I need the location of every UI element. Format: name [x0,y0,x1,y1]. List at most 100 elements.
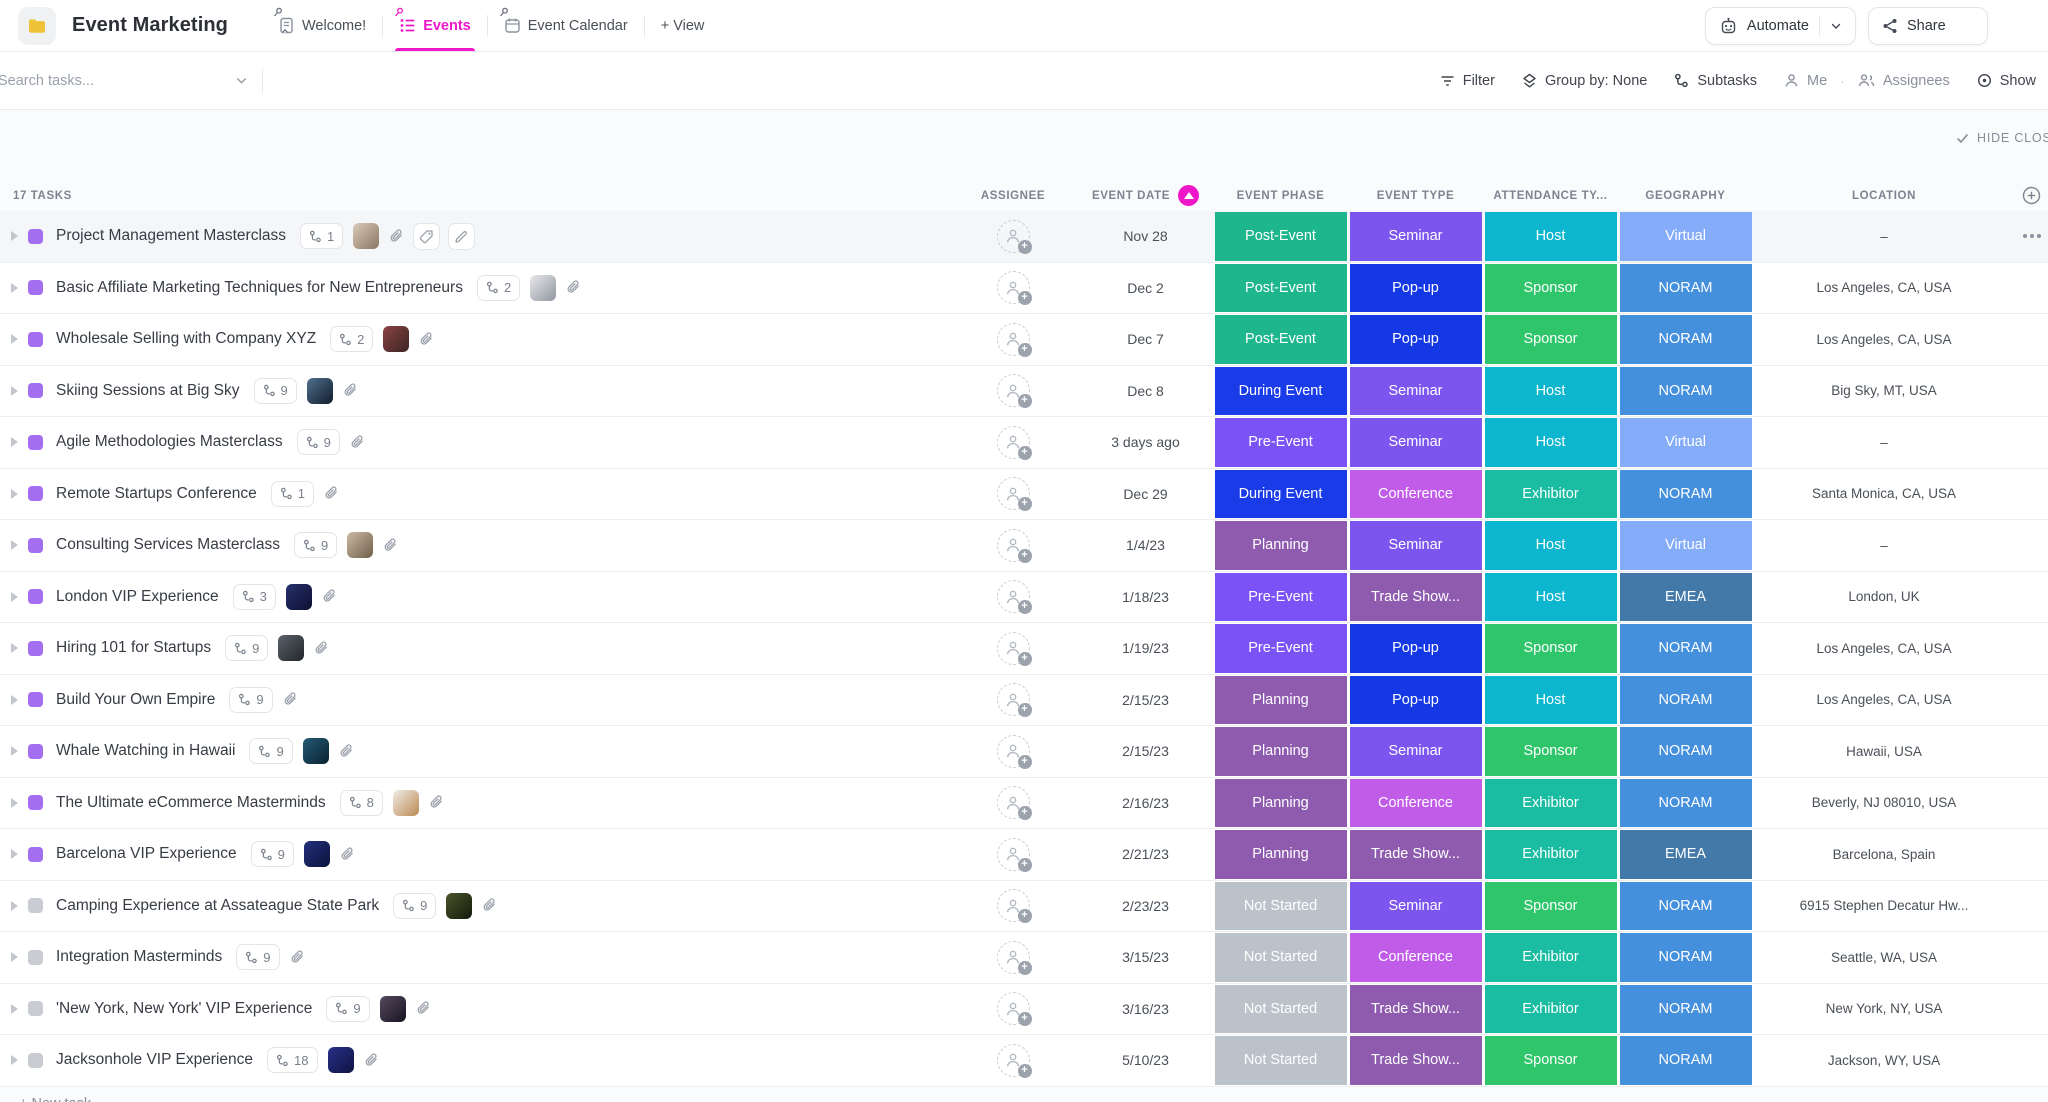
event-date[interactable]: Dec 8 [1127,383,1164,399]
tab-event-calendar[interactable]: Event Calendar [488,0,644,51]
subtask-count-badge[interactable]: 18 [267,1047,318,1074]
tab-welcome[interactable]: Welcome! [262,0,382,51]
paperclip-icon[interactable] [382,537,399,554]
paperclip-icon[interactable] [339,846,356,863]
location-value[interactable]: Los Angeles, CA, USA [1816,332,1951,347]
event-phase-badge[interactable]: Pre-Event [1214,572,1347,621]
event-date[interactable]: 2/15/23 [1122,743,1169,759]
task-name[interactable]: Camping Experience at Assateague State P… [56,897,379,915]
event-date[interactable]: 2/15/23 [1122,692,1169,708]
location-value[interactable]: Santa Monica, CA, USA [1812,486,1956,501]
task-name[interactable]: Agile Methodologies Masterclass [56,433,283,451]
event-phase-badge[interactable]: Pre-Event [1214,418,1347,467]
tab-events[interactable]: Events [383,0,487,51]
expand-caret-icon[interactable] [11,746,18,757]
subtask-count-badge[interactable]: 9 [229,686,273,713]
subtasks-button[interactable]: Subtasks [1674,73,1757,89]
event-type-badge[interactable]: Conference [1349,778,1482,827]
status-square[interactable] [28,692,43,708]
add-column-button[interactable] [2015,180,2048,211]
hide-closed-toggle[interactable]: HIDE CLOSED [1956,131,2048,145]
attachment-thumbnail[interactable] [303,841,330,868]
event-phase-badge[interactable]: Not Started [1214,933,1347,982]
subtask-count-badge[interactable]: 1 [270,480,314,507]
subtask-count-badge[interactable]: 3 [232,583,276,610]
status-square[interactable] [28,228,43,244]
add-assignee-button[interactable]: + [996,940,1032,975]
sort-ascending-badge[interactable] [1178,185,1199,206]
status-square[interactable] [28,898,43,914]
add-assignee-button[interactable]: + [996,734,1032,769]
attendance-type-badge[interactable]: Exhibitor [1484,830,1617,879]
subtask-count-badge[interactable]: 8 [339,789,383,816]
event-type-badge[interactable]: Seminar [1349,212,1482,261]
attachment-thumbnail[interactable] [392,789,419,816]
column-header-event-type[interactable]: EVENT TYPE [1348,180,1483,211]
location-value[interactable]: Seattle, WA, USA [1831,950,1937,965]
event-date[interactable]: 3/15/23 [1122,949,1169,965]
automate-button[interactable]: Automate [1704,7,1856,45]
attendance-type-badge[interactable]: Host [1484,366,1617,415]
task-name[interactable]: Remote Startups Conference [56,485,257,503]
event-phase-badge[interactable]: Post-Event [1214,212,1347,261]
expand-caret-icon[interactable] [11,849,18,860]
paperclip-icon[interactable] [481,897,498,914]
add-assignee-button[interactable]: + [996,889,1032,924]
status-square[interactable] [28,434,43,450]
subtask-count-badge[interactable]: 2 [476,274,521,301]
paperclip-icon[interactable] [321,588,338,605]
expand-caret-icon[interactable] [11,797,18,808]
geography-badge[interactable]: NORAM [1619,933,1752,982]
event-type-badge[interactable]: Pop-up [1349,624,1482,673]
event-date[interactable]: 3 days ago [1111,434,1180,450]
event-type-badge[interactable]: Conference [1349,469,1482,518]
attendance-type-badge[interactable]: Host [1484,418,1617,467]
add-assignee-button[interactable]: + [996,322,1032,357]
attendance-type-badge[interactable]: Sponsor [1484,315,1617,364]
tag-button[interactable] [413,222,441,250]
event-phase-badge[interactable]: Planning [1214,778,1347,827]
location-value[interactable]: Barcelona, Spain [1833,847,1936,862]
status-square[interactable] [28,1001,43,1017]
paperclip-icon[interactable] [418,331,435,348]
search-input[interactable]: Search tasks... [0,73,262,89]
attendance-type-badge[interactable]: Sponsor [1484,263,1617,312]
status-square[interactable] [28,743,43,759]
event-date[interactable]: 1/18/23 [1122,589,1169,605]
subtask-count-badge[interactable]: 9 [293,532,338,559]
paperclip-icon[interactable] [349,434,366,451]
event-phase-badge[interactable]: Planning [1214,521,1347,570]
attendance-type-badge[interactable]: Exhibitor [1484,778,1617,827]
attachment-thumbnail[interactable] [306,377,333,404]
event-date[interactable]: 5/10/23 [1122,1052,1169,1068]
geography-badge[interactable]: NORAM [1619,881,1752,930]
task-name[interactable]: Wholesale Selling with Company XYZ [56,330,316,348]
status-square[interactable] [28,846,43,862]
event-type-badge[interactable]: Seminar [1349,521,1482,570]
task-name[interactable]: Consulting Services Masterclass [56,536,280,554]
event-type-badge[interactable]: Trade Show... [1349,830,1482,879]
event-date[interactable]: 2/21/23 [1122,846,1169,862]
new-task-button[interactable]: + New task [19,1096,91,1102]
add-assignee-button[interactable]: + [996,425,1032,460]
row-actions-button[interactable] [2022,234,2041,239]
location-value[interactable]: New York, NY, USA [1826,1001,1943,1016]
event-type-badge[interactable]: Pop-up [1349,675,1482,724]
chevron-down-icon[interactable] [1830,20,1842,32]
geography-badge[interactable]: Virtual [1619,212,1752,261]
status-square[interactable] [28,949,43,965]
task-name[interactable]: Integration Masterminds [56,948,222,966]
location-value[interactable]: Los Angeles, CA, USA [1816,280,1951,295]
event-phase-badge[interactable]: Not Started [1214,1036,1347,1085]
event-type-badge[interactable]: Trade Show... [1349,1036,1482,1085]
task-name[interactable]: Barcelona VIP Experience [56,845,237,863]
expand-caret-icon[interactable] [11,488,18,499]
status-square[interactable] [28,1052,43,1068]
location-value[interactable]: Hawaii, USA [1846,744,1922,759]
event-phase-badge[interactable]: Planning [1214,830,1347,879]
expand-caret-icon[interactable] [11,282,18,293]
paperclip-icon[interactable] [363,1052,380,1069]
expand-caret-icon[interactable] [11,231,18,242]
add-assignee-button[interactable]: + [996,374,1032,409]
geography-badge[interactable]: NORAM [1619,727,1752,776]
